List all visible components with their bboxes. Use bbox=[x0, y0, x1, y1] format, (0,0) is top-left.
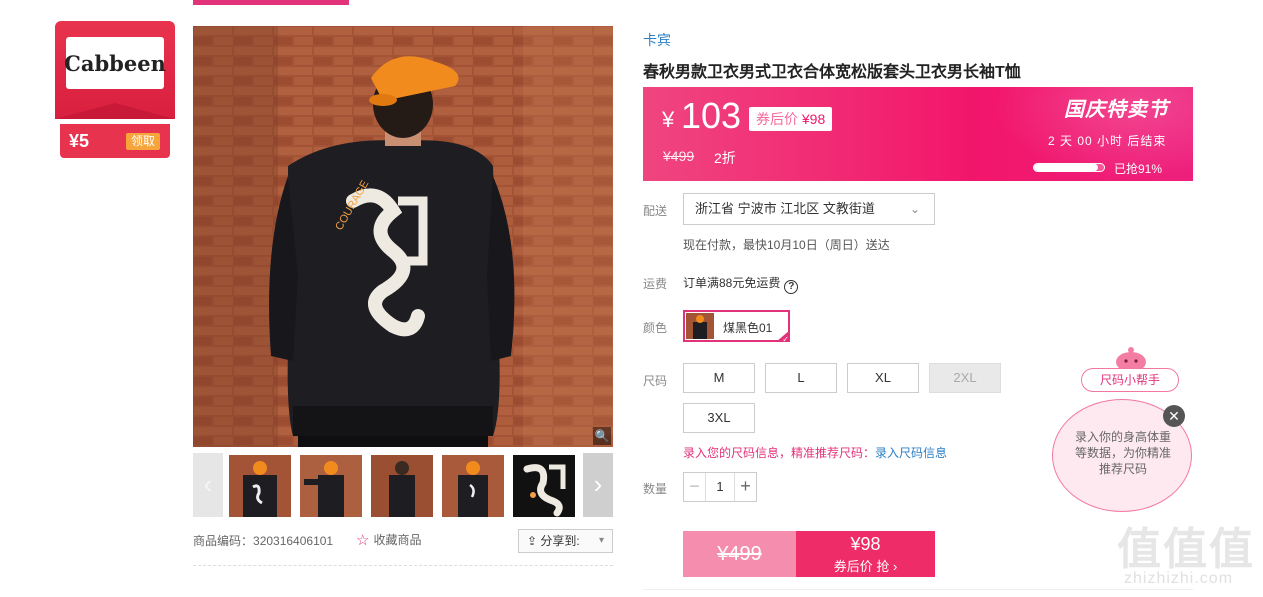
thumb-prev-button[interactable]: ‹ bbox=[193, 453, 223, 517]
coupon-value: ¥5 bbox=[69, 131, 90, 151]
main-product-image[interactable]: COURAGE 🔍 bbox=[193, 26, 613, 447]
address-value: 浙江省 宁波市 江北区 文教街道 bbox=[695, 201, 875, 216]
watermark-logo: 值值值 bbox=[1117, 525, 1255, 574]
sold-percent: 已抢91% bbox=[1114, 162, 1163, 176]
size-option-3xl[interactable]: 3XL bbox=[683, 403, 755, 433]
after-coupon-badge: 券后价 ¥98 bbox=[749, 107, 833, 131]
original-price: ¥499 bbox=[663, 148, 695, 164]
help-icon[interactable]: ? bbox=[784, 280, 799, 294]
product-photo: COURAGE bbox=[193, 26, 613, 447]
size-option-m[interactable]: M bbox=[683, 363, 755, 393]
close-icon[interactable]: ✕ bbox=[1163, 405, 1185, 427]
shop-coupon-card[interactable]: Cabbeen bbox=[55, 21, 175, 119]
size-option-xl[interactable]: XL bbox=[847, 363, 919, 393]
thumbnail-5[interactable] bbox=[513, 455, 575, 517]
color-label: 颜色 bbox=[643, 321, 668, 335]
currency-symbol: ¥ bbox=[662, 107, 675, 132]
delivery-label: 配送 bbox=[643, 204, 668, 218]
share-icon: ⇪ bbox=[527, 534, 541, 548]
size-input-link[interactable]: 录入尺码信息 bbox=[875, 446, 947, 460]
quantity-input[interactable]: 1 bbox=[706, 473, 734, 501]
zoom-icon[interactable]: 🔍 bbox=[593, 427, 611, 445]
share-button[interactable]: ⇪ 分享到: ▾ bbox=[518, 529, 613, 553]
countdown: 2 天 00 小时 后结束 bbox=[1048, 134, 1167, 148]
buy-with-coupon-button[interactable]: ¥98 券后价 抢 › bbox=[796, 531, 935, 577]
sku-value: 320316406101 bbox=[253, 534, 334, 548]
coupon-fold bbox=[55, 103, 175, 119]
discount-label: 2折 bbox=[714, 150, 736, 166]
size-option-l[interactable]: L bbox=[765, 363, 837, 393]
size-helper-text: 录入你的身高体重等数据，为你精准推荐尺码 bbox=[1074, 430, 1171, 476]
freight-label: 运费 bbox=[643, 277, 668, 291]
thumbnail-3[interactable] bbox=[371, 455, 433, 517]
buy-original-price-button[interactable]: ¥499 bbox=[683, 531, 796, 577]
size-option-2xl: 2XL bbox=[929, 363, 1001, 393]
buy-coupon-action: 券后价 抢 › bbox=[833, 559, 898, 574]
top-accent-bar bbox=[193, 0, 349, 5]
thumbnail-2[interactable] bbox=[300, 455, 362, 517]
star-icon: ☆ bbox=[356, 532, 370, 549]
size-hint: 录入您的尺码信息，精准推荐尺码：录入尺码信息 bbox=[683, 444, 947, 461]
buy-coupon-price: ¥98 bbox=[850, 534, 881, 554]
sold-progress-bar bbox=[1033, 163, 1105, 172]
freight-info: 订单满88元免运费? bbox=[683, 274, 799, 294]
sku-label: 商品编码： bbox=[193, 534, 254, 548]
current-price: 103 bbox=[681, 95, 742, 136]
size-hint-text: 录入您的尺码信息，精准推荐尺码： bbox=[683, 446, 876, 460]
price-banner: ¥ 103 券后价 ¥98 ¥499 2折 国庆特卖节 2 天 00 小时 后结… bbox=[643, 87, 1193, 181]
coupon-claim-button[interactable]: 领取 bbox=[126, 133, 160, 150]
check-icon bbox=[776, 330, 790, 342]
divider bbox=[643, 589, 1193, 590]
quantity-plus-button[interactable]: + bbox=[734, 473, 756, 501]
thumbnail-1[interactable] bbox=[229, 455, 291, 517]
quantity-stepper: − 1 + bbox=[683, 472, 757, 502]
color-option-selected[interactable]: 煤黑色01 bbox=[683, 310, 790, 342]
color-option-label: 煤黑色01 bbox=[723, 321, 773, 335]
product-title: 春秋男款卫衣男式卫衣合体宽松版套头卫衣男长袖T恤 bbox=[643, 64, 1021, 81]
divider bbox=[193, 565, 613, 566]
color-swatch-image bbox=[686, 313, 714, 339]
after-coupon-label: 券后价 bbox=[756, 111, 798, 127]
size-helper-title[interactable]: 尺码小帮手 bbox=[1081, 368, 1179, 392]
after-coupon-value: ¥98 bbox=[801, 111, 826, 127]
favorite-label: 收藏商品 bbox=[373, 533, 422, 547]
brand-link[interactable]: 卡宾 bbox=[643, 30, 671, 50]
favorite-button[interactable]: ☆ 收藏商品 bbox=[356, 531, 421, 549]
quantity-minus-button[interactable]: − bbox=[684, 473, 706, 501]
thumb-next-button[interactable]: › bbox=[583, 453, 613, 517]
delivery-note: 现在付款，最快10月10日（周日）送达 bbox=[683, 238, 890, 252]
quantity-label: 数量 bbox=[643, 482, 668, 496]
coupon-strip: ¥5 领取 bbox=[60, 121, 170, 158]
brand-logo: Cabbeen bbox=[64, 37, 166, 89]
address-select[interactable]: 浙江省 宁波市 江北区 文教街道 ⌄ bbox=[683, 193, 935, 225]
watermark-url: zhizhizhi.com bbox=[1124, 570, 1234, 587]
event-title: 国庆特卖节 bbox=[1064, 99, 1169, 121]
sold-progress-fill bbox=[1034, 164, 1098, 171]
size-label: 尺码 bbox=[643, 374, 668, 388]
share-label: 分享到: bbox=[540, 534, 580, 548]
chevron-down-icon: ⌄ bbox=[909, 202, 920, 216]
chevron-down-icon: ▾ bbox=[598, 535, 604, 546]
freight-text: 订单满88元免运费 bbox=[683, 276, 781, 290]
sku-line: 商品编码：320316406101 bbox=[193, 532, 333, 549]
thumbnail-4[interactable] bbox=[442, 455, 504, 517]
